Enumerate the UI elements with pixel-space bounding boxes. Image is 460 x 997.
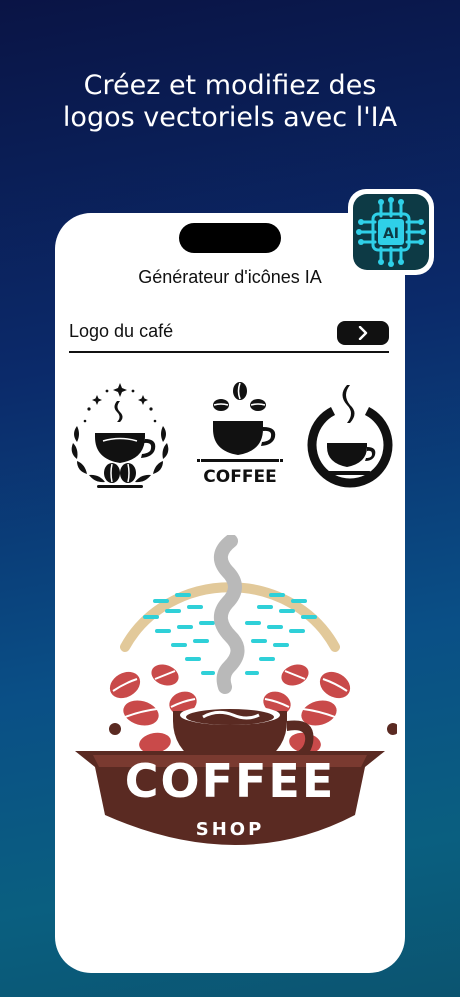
coffee-shop-main-logo: COFFEE SHOP xyxy=(75,535,397,845)
headline-line-1: Créez et modifiez des xyxy=(83,70,377,101)
phone-notch xyxy=(179,223,281,253)
chevron-right-icon xyxy=(358,326,368,340)
headline-line-2: logos vectoriels avec l'IA xyxy=(62,102,398,133)
ai-badge: AI xyxy=(348,189,434,275)
headline: Créez et modifiez des logos vectoriels a… xyxy=(0,70,460,134)
ai-chip-icon: AI xyxy=(356,197,426,267)
thumbnail-laurel-coffee-logo[interactable] xyxy=(67,381,173,495)
phone-mockup: Générateur d'icônes IA Logo du café COFF… xyxy=(55,213,405,973)
prompt-input-row[interactable]: Logo du café xyxy=(69,317,389,353)
prompt-input[interactable]: Logo du café xyxy=(69,321,173,342)
thumbnail-circle-steam-logo[interactable] xyxy=(303,381,395,495)
thumbnail-coffee-label: COFFEE xyxy=(203,467,276,487)
ai-badge-label: AI xyxy=(383,226,399,242)
generate-button[interactable] xyxy=(337,321,389,345)
ai-badge-inner: AI xyxy=(353,194,429,270)
thumbnail-coffee-beans-logo[interactable]: COFFEE xyxy=(195,381,285,495)
main-logo-subword: SHOP xyxy=(196,819,265,840)
main-logo-word: COFFEE xyxy=(125,754,336,808)
app-title: Générateur d'icônes IA xyxy=(138,267,322,287)
